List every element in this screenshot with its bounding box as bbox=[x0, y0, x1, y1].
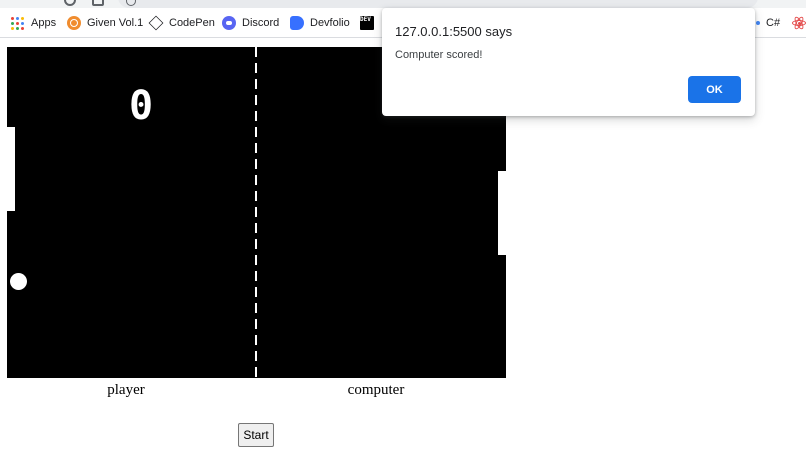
computer-label: computer bbox=[347, 382, 405, 398]
bookmark-label: Given Vol.1 bbox=[87, 17, 144, 29]
bookmark-apps[interactable]: Apps bbox=[11, 14, 56, 32]
bookmark-devfolio[interactable]: Devfolio bbox=[290, 14, 350, 32]
ball bbox=[10, 273, 27, 290]
browser-toolbar bbox=[0, 0, 806, 8]
bookmark-label: Devfolio bbox=[310, 17, 350, 29]
bookmark-discord[interactable]: Discord bbox=[222, 14, 279, 32]
player-paddle bbox=[7, 127, 15, 211]
player-score: 0 bbox=[128, 83, 154, 129]
react-logo-icon bbox=[792, 15, 806, 31]
player-label: player bbox=[107, 382, 145, 398]
site-info-icon[interactable] bbox=[126, 0, 136, 6]
bookmark-csharp[interactable]: C# bbox=[756, 14, 780, 32]
center-net bbox=[255, 47, 257, 378]
dev-logo-icon: DEV bbox=[360, 16, 374, 30]
bookmark-label: Apps bbox=[31, 17, 57, 29]
discord-logo-icon bbox=[222, 16, 236, 30]
bookmark-react[interactable] bbox=[792, 14, 806, 32]
reload-icon[interactable] bbox=[64, 0, 76, 6]
ok-button[interactable]: OK bbox=[688, 76, 741, 103]
home-icon[interactable] bbox=[92, 0, 104, 6]
bookmark-label: C# bbox=[766, 17, 781, 29]
devfolio-logo-icon bbox=[290, 16, 304, 30]
csharp-dot-icon bbox=[756, 21, 760, 25]
alert-dialog: 127.0.0.1:5500 says Computer scored! OK bbox=[382, 8, 755, 116]
address-bar[interactable] bbox=[118, 0, 758, 8]
bookmark-given[interactable]: Given Vol.1 bbox=[67, 14, 143, 32]
start-button[interactable]: Start bbox=[238, 423, 274, 447]
bookmark-label: Discord bbox=[242, 17, 280, 29]
codepen-logo-icon bbox=[148, 15, 164, 31]
computer-paddle bbox=[498, 171, 506, 255]
bookmark-label: CodePen bbox=[169, 17, 215, 29]
bookmark-codepen[interactable]: CodePen bbox=[148, 14, 215, 32]
alert-title: 127.0.0.1:5500 says bbox=[395, 24, 513, 39]
bookmark-dev[interactable]: DEV bbox=[360, 14, 380, 32]
given-logo-icon bbox=[67, 16, 81, 30]
apps-grid-icon bbox=[11, 16, 25, 30]
alert-message: Computer scored! bbox=[395, 49, 483, 61]
